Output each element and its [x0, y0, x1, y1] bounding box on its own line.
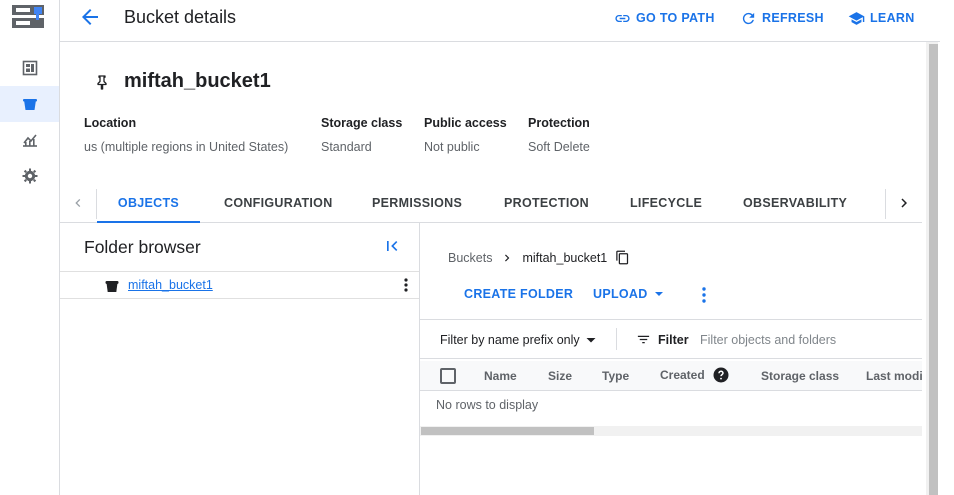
- horizontal-scrollbar-thumb[interactable]: [421, 427, 594, 435]
- chevron-right-icon: [505, 254, 510, 261]
- main-content: Bucket details GO TO PATH REFRESH LEARN …: [60, 0, 954, 495]
- meta-value: us (multiple regions in United States): [84, 140, 289, 154]
- more-vert-icon: [702, 287, 706, 303]
- meta-value: Not public: [424, 140, 480, 154]
- column-header-storage-class[interactable]: Storage class: [761, 369, 839, 383]
- refresh-label: REFRESH: [762, 11, 824, 25]
- bucket-heading: miftah_bucket1: [94, 70, 271, 93]
- first-page-icon: [387, 241, 398, 251]
- select-all-checkbox[interactable]: [440, 368, 456, 384]
- refresh-icon: [742, 12, 755, 24]
- meta-label: Protection: [528, 116, 590, 130]
- breadcrumb: Buckets miftah_bucket1: [448, 250, 630, 265]
- chevron-right-icon: [901, 198, 907, 208]
- tab-observability[interactable]: OBSERVABILITY: [743, 183, 847, 223]
- bucket-name: miftah_bucket1: [124, 70, 271, 92]
- nav-monitoring[interactable]: [0, 122, 59, 158]
- meta-location: Location us (multiple regions in United …: [84, 116, 288, 154]
- filter-divider: [616, 328, 617, 350]
- tab-divider: [885, 189, 886, 219]
- tab-protection[interactable]: PROTECTION: [504, 183, 589, 223]
- collapse-panel-button[interactable]: [382, 236, 402, 256]
- arrow-drop-down-icon: [586, 338, 596, 343]
- bucket-icon: [22, 99, 37, 110]
- more-actions-button[interactable]: [696, 285, 712, 305]
- upload-button[interactable]: UPLOAD: [593, 287, 664, 301]
- meta-label: Location: [84, 116, 137, 130]
- meta-storage-class: Storage class Standard: [321, 116, 402, 154]
- objects-table-header: Name Size Type Created Storage class Las…: [420, 361, 922, 391]
- tab-lifecycle[interactable]: LIFECYCLE: [630, 183, 702, 223]
- meta-label: Public access: [424, 116, 507, 130]
- go-to-path-button[interactable]: GO TO PATH: [614, 9, 715, 27]
- column-header-size[interactable]: Size: [548, 369, 572, 383]
- tab-bar: OBJECTS CONFIGURATION PERMISSIONS PROTEC…: [60, 183, 922, 223]
- objects-panel: Buckets miftah_bucket1 CREATE FOLDER UPL…: [420, 223, 922, 495]
- empty-table-message: No rows to display: [436, 398, 539, 412]
- go-to-path-label: GO TO PATH: [636, 11, 715, 25]
- learn-label: LEARN: [870, 11, 915, 25]
- breadcrumb-buckets[interactable]: Buckets: [448, 251, 492, 265]
- copy-icon[interactable]: [615, 250, 630, 265]
- meta-label: Storage class: [321, 116, 403, 130]
- filter-button[interactable]: Filter: [636, 332, 689, 347]
- back-button[interactable]: [78, 5, 102, 29]
- settings-icon: [22, 168, 37, 184]
- chevron-left-icon: [75, 199, 81, 207]
- object-actions: CREATE FOLDER UPLOAD: [464, 287, 724, 307]
- pin-icon[interactable]: [94, 74, 110, 90]
- tab-objects[interactable]: OBJECTS: [97, 183, 200, 223]
- horizontal-scrollbar[interactable]: [420, 426, 922, 436]
- storage-logo-icon[interactable]: [12, 5, 44, 29]
- tab-permissions[interactable]: PERMISSIONS: [372, 183, 462, 223]
- upload-label: UPLOAD: [593, 287, 648, 301]
- monitoring-icon: [22, 134, 37, 147]
- folder-tree-item[interactable]: miftah_bucket1: [60, 271, 419, 299]
- filter-input[interactable]: Filter objects and folders: [700, 333, 836, 347]
- filter-mode-label: Filter by name prefix only: [440, 333, 580, 347]
- nav-buckets[interactable]: [0, 86, 59, 122]
- link-icon: [615, 14, 630, 22]
- create-folder-button[interactable]: CREATE FOLDER: [464, 287, 573, 301]
- arrow-back-icon: [82, 9, 98, 25]
- nav-settings[interactable]: [0, 158, 59, 194]
- column-header-last-modified[interactable]: Last modified: [866, 369, 922, 383]
- tabs-scroll-left-button[interactable]: [66, 191, 90, 215]
- school-icon: [848, 11, 865, 25]
- folder-browser-panel: Folder browser miftah_bucket1: [60, 223, 420, 495]
- filter-list-icon: [637, 335, 650, 344]
- breadcrumb-current: miftah_bucket1: [522, 250, 608, 265]
- filter-bar: Filter by name prefix only Filter Filter…: [420, 319, 922, 359]
- vertical-scrollbar-thumb[interactable]: [929, 44, 938, 495]
- bucket-icon: [105, 281, 119, 292]
- nav-dashboard[interactable]: [0, 50, 59, 86]
- refresh-button[interactable]: REFRESH: [740, 9, 824, 27]
- more-vert-icon[interactable]: [398, 277, 414, 293]
- meta-value: Standard: [321, 140, 372, 154]
- page-title: Bucket details: [124, 7, 237, 27]
- column-header-type[interactable]: Type: [602, 369, 629, 383]
- dashboard-icon: [22, 60, 37, 76]
- meta-value: Soft Delete: [528, 140, 590, 154]
- filter-mode-select[interactable]: Filter by name prefix only: [440, 333, 596, 347]
- column-header-created-label: Created: [660, 368, 705, 382]
- folder-tree-link[interactable]: miftah_bucket1: [128, 278, 213, 292]
- folder-browser-title: Folder browser: [84, 237, 201, 257]
- tab-configuration[interactable]: CONFIGURATION: [224, 183, 333, 223]
- meta-public-access: Public access Not public: [424, 116, 507, 154]
- column-header-name[interactable]: Name: [484, 369, 517, 383]
- filter-label: Filter: [658, 332, 689, 347]
- help-icon[interactable]: [713, 367, 729, 383]
- page-header: Bucket details GO TO PATH REFRESH LEARN: [60, 0, 940, 42]
- column-header-created[interactable]: Created: [660, 367, 729, 383]
- learn-button[interactable]: LEARN: [848, 9, 915, 27]
- arrow-drop-down-icon: [654, 292, 663, 296]
- tabs-scroll-right-button[interactable]: [892, 191, 916, 215]
- nav-rail: [0, 0, 60, 495]
- meta-protection: Protection Soft Delete: [528, 116, 590, 154]
